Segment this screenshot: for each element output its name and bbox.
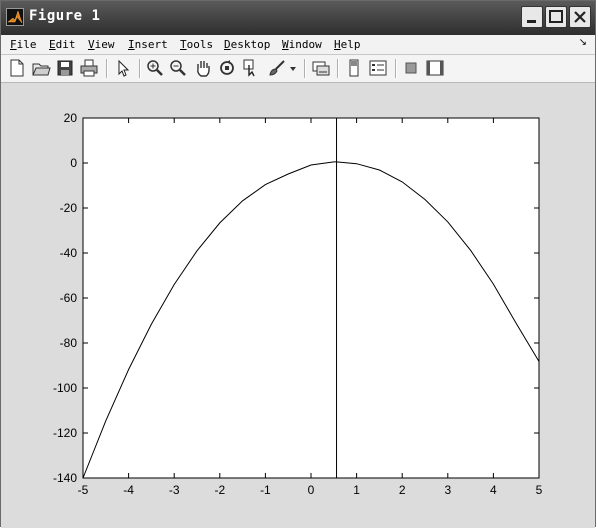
x-tick-label: -4 [123,483,134,497]
x-tick-label: 1 [353,483,360,497]
y-tick-label: 20 [64,111,78,125]
axes-background [83,118,539,478]
figure-window: Figure 1 File Edit View Insert Tools Des… [0,0,596,528]
close-button[interactable] [569,6,591,28]
x-tick-label: -1 [260,483,271,497]
toolbar [1,55,595,83]
y-tick-label: -100 [53,381,77,395]
y-tick-label: -20 [60,201,78,215]
print-icon[interactable] [79,58,99,78]
y-tick-label: -140 [53,471,77,485]
x-tick-label: 3 [444,483,451,497]
menu-window[interactable]: Window [282,38,322,51]
menu-desktop[interactable]: Desktop [224,38,270,51]
pan-hand-icon[interactable] [193,58,213,78]
brush-icon[interactable] [267,58,287,78]
y-tick-label: -40 [60,246,78,260]
matlab-logo-icon [6,8,24,26]
show-plot-tools-icon[interactable] [425,58,445,78]
zoom-out-icon[interactable] [168,58,188,78]
save-icon[interactable] [55,58,75,78]
rotate-3d-icon[interactable] [217,58,237,78]
x-tick-label: 4 [490,483,497,497]
y-tick-label: -80 [60,336,78,350]
minimize-button[interactable] [521,6,543,28]
menu-insert[interactable]: Insert [128,38,168,51]
menu-bar: File Edit View Insert Tools Desktop Wind… [1,35,595,55]
x-tick-label: -3 [169,483,180,497]
menu-tools[interactable]: Tools [180,38,213,51]
menu-help[interactable]: Help [334,38,361,51]
hide-plot-tools-icon[interactable] [401,58,421,78]
edit-plot-arrow-icon[interactable] [113,58,133,78]
x-tick-label: -2 [214,483,225,497]
zoom-in-icon[interactable] [145,58,165,78]
menu-file[interactable]: File [10,38,37,51]
title-bar[interactable]: Figure 1 [1,1,595,35]
x-tick-label: -5 [78,483,89,497]
y-tick-label: -60 [60,291,78,305]
plot-area: -5 -4 -3 -2 -1 0 1 2 3 4 5 20 0 -20 -40 -60 -80 -100 -120 -… [53,111,543,497]
open-file-icon[interactable] [31,58,51,78]
y-tick-label: 0 [70,156,77,170]
menu-dock-arrow-icon[interactable]: ↘ [579,37,587,48]
link-plot-icon[interactable] [311,58,331,78]
insert-colorbar-icon[interactable] [344,58,364,78]
x-tick-label: 5 [536,483,543,497]
window-title: Figure 1 [29,8,101,24]
menu-view[interactable]: View [88,38,115,51]
data-cursor-icon[interactable] [241,58,261,78]
x-tick-label: 0 [308,483,315,497]
maximize-button[interactable] [545,6,567,28]
x-tick-label: 2 [399,483,406,497]
figure-canvas: -5 -4 -3 -2 -1 0 1 2 3 4 5 20 0 -20 -40 -60 -80 -100 -120 -… [1,83,595,528]
insert-legend-icon[interactable] [368,58,388,78]
menu-edit[interactable]: Edit [49,38,76,51]
new-figure-icon[interactable] [7,58,27,78]
brush-dropdown-icon[interactable] [288,58,298,78]
y-tick-label: -120 [53,426,77,440]
